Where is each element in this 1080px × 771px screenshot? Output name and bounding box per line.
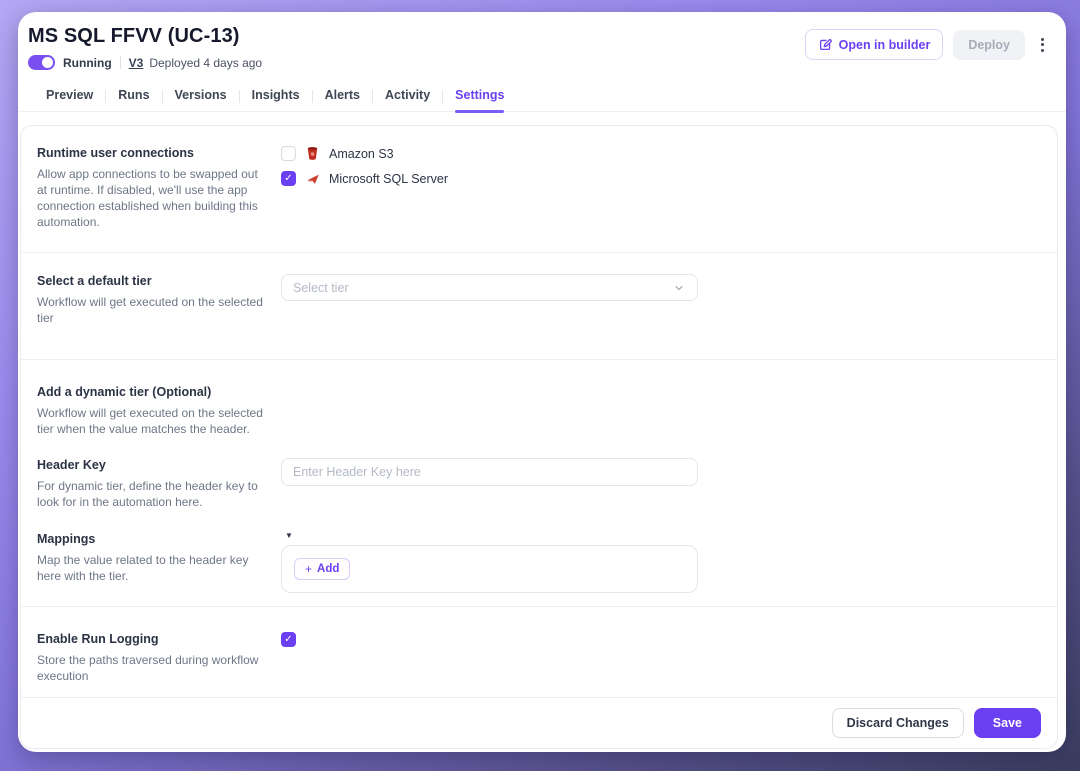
tab-separator [105,90,106,103]
toggle-knob [42,57,53,68]
section-title: Mappings [37,532,269,546]
open-in-builder-label: Open in builder [839,38,931,52]
amazon-s3-checkbox[interactable] [281,146,296,161]
tab-alerts[interactable]: Alerts [325,82,360,112]
run-logging-checkbox[interactable] [281,632,296,647]
tab-separator [312,90,313,103]
tab-separator [239,90,240,103]
version-link[interactable]: V3 [129,56,144,70]
tab-preview[interactable]: Preview [46,82,93,112]
discard-changes-button[interactable]: Discard Changes [832,708,964,738]
section-description: Workflow will get executed on the select… [37,405,269,437]
section-description: For dynamic tier, define the header key … [37,478,269,510]
app-window: MS SQL FFVV (UC-13) Running V3 Deployed … [18,12,1066,752]
status-row: Running V3 Deployed 4 days ago [28,55,262,70]
tier-select-placeholder: Select tier [293,281,349,295]
amazon-s3-icon [305,146,320,161]
connection-label: Amazon S3 [329,147,394,161]
settings-card-body: Runtime user connections Allow app conne… [21,126,1057,697]
header-actions: Open in builder Deploy [805,25,1050,60]
page-title: MS SQL FFVV (UC-13) [28,25,262,48]
tab-separator [372,90,373,103]
tab-versions[interactable]: Versions [175,82,227,112]
tabs-row: Preview Runs Versions Insights Alerts Ac… [18,82,1066,112]
tab-runs[interactable]: Runs [118,82,149,112]
sql-server-checkbox[interactable] [281,171,296,186]
header-key-input[interactable] [281,458,698,486]
section-title: Add a dynamic tier (Optional) [37,385,269,399]
section-runtime-connections: Runtime user connections Allow app conne… [21,126,1057,253]
settings-card: Runtime user connections Allow app conne… [20,125,1058,749]
section-mappings: Mappings Map the value related to the he… [21,516,1057,607]
tab-separator [162,90,163,103]
deployed-text: Deployed 4 days ago [149,56,262,70]
section-default-tier: Select a default tier Workflow will get … [21,253,1057,360]
section-header-key: Header Key For dynamic tier, define the … [21,443,1057,516]
collapse-triangle-icon[interactable]: ▼ [285,532,1041,540]
header-left: MS SQL FFVV (UC-13) Running V3 Deployed … [28,25,262,70]
chevron-down-icon [671,280,686,295]
mappings-box: + Add [281,545,698,593]
section-node-logging: Enable Node Level Logging Store the inpu… [21,690,1057,697]
section-title: Enable Run Logging [37,632,269,646]
section-description: Allow app connections to be swapped out … [37,166,269,230]
open-in-builder-button[interactable]: Open in builder [805,29,944,60]
tier-select[interactable]: Select tier [281,274,698,301]
sql-server-icon [305,171,320,186]
app-header: MS SQL FFVV (UC-13) Running V3 Deployed … [18,12,1066,70]
tab-insights[interactable]: Insights [252,82,300,112]
plus-icon: + [305,563,312,575]
add-mapping-button[interactable]: + Add [294,558,350,580]
connection-label: Microsoft SQL Server [329,172,448,186]
add-mapping-label: Add [317,563,339,575]
connection-option-sql-server: Microsoft SQL Server [281,171,1041,186]
running-toggle[interactable] [28,55,55,70]
section-description: Map the value related to the header key … [37,552,269,584]
section-title: Select a default tier [37,274,269,288]
tab-settings[interactable]: Settings [455,82,504,112]
section-dynamic-tier: Add a dynamic tier (Optional) Workflow w… [21,360,1057,443]
section-title: Header Key [37,458,269,472]
section-description: Store the paths traversed during workflo… [37,652,269,684]
connection-option-amazon-s3: Amazon S3 [281,146,1041,161]
status-divider [120,56,121,69]
status-label: Running [63,56,112,70]
card-footer: Discard Changes Save [21,697,1057,748]
tab-separator [442,90,443,103]
section-run-logging: Enable Run Logging Store the paths trave… [21,607,1057,690]
deploy-button[interactable]: Deploy [953,30,1025,60]
section-title: Runtime user connections [37,146,269,160]
tab-activity[interactable]: Activity [385,82,430,112]
save-button[interactable]: Save [974,708,1041,738]
edit-pencil-icon [818,37,833,52]
kebab-menu-icon[interactable] [1035,34,1050,56]
section-description: Workflow will get executed on the select… [37,294,269,326]
